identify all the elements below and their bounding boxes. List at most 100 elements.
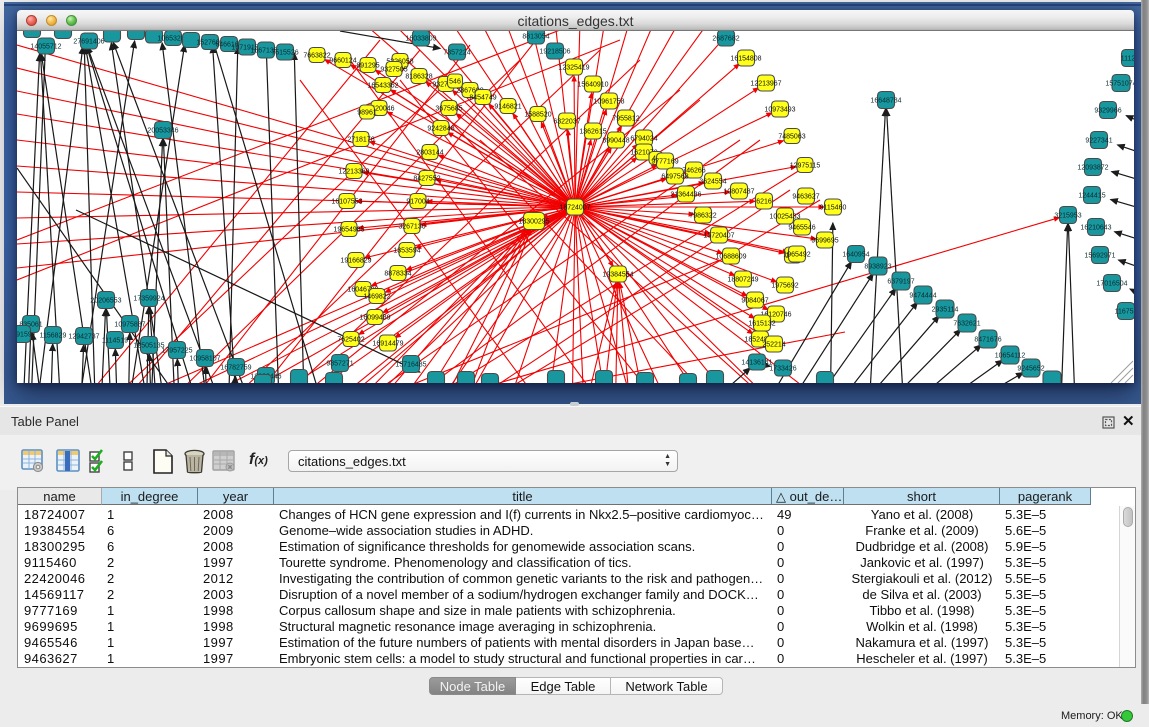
svg-text:98961: 98961 [357, 110, 377, 117]
svg-text:3215953: 3215953 [1054, 213, 1081, 220]
svg-text:10958107: 10958107 [189, 356, 220, 363]
svg-text:12975115: 12975115 [790, 163, 821, 170]
svg-text:11123: 11123 [1121, 56, 1134, 63]
svg-text:7986322: 7986322 [689, 213, 716, 220]
svg-text:7485063: 7485063 [778, 134, 805, 141]
svg-text:9465546: 9465546 [788, 225, 815, 232]
svg-text:20053346: 20053346 [147, 128, 178, 135]
svg-text:9463627: 9463627 [792, 194, 819, 201]
svg-text:16154808: 16154808 [730, 56, 761, 63]
svg-text:6379197: 6379197 [887, 279, 914, 286]
svg-text:9699695: 9699695 [811, 238, 838, 245]
svg-text:9084067: 9084067 [741, 298, 768, 305]
svg-text:16033809: 16033809 [405, 36, 436, 43]
svg-text:1975692: 1975692 [771, 283, 798, 290]
svg-text:19654985: 19654985 [333, 227, 364, 234]
svg-text:20206553: 20206553 [90, 298, 121, 305]
svg-text:12325419: 12325419 [558, 65, 589, 72]
svg-text:18724007: 18724007 [559, 205, 590, 212]
svg-text:16648784: 16648784 [870, 98, 901, 105]
svg-text:1615132: 1615132 [748, 321, 775, 328]
svg-text:18807249: 18807249 [727, 277, 758, 284]
svg-text:2687682: 2687682 [712, 36, 739, 43]
svg-text:15751074: 15751074 [1105, 81, 1134, 88]
svg-text:7955812: 7955812 [612, 116, 639, 123]
svg-text:17016504: 17016504 [1096, 281, 1127, 288]
svg-text:14055712: 14055712 [30, 44, 61, 51]
svg-text:15720407: 15720407 [703, 233, 734, 240]
svg-text:8427552: 8427552 [413, 176, 440, 183]
svg-text:116753: 116753 [1115, 309, 1134, 316]
svg-text:7515526: 7515526 [271, 50, 298, 57]
svg-text:12213967: 12213967 [750, 81, 781, 88]
svg-text:14136141: 14136141 [741, 360, 772, 367]
svg-text:9227341: 9227341 [1085, 138, 1112, 145]
svg-text:12505135: 12505135 [133, 343, 164, 350]
svg-text:1640954: 1640954 [842, 252, 869, 259]
svg-text:6216: 6216 [756, 199, 772, 206]
svg-text:19166829: 19166829 [340, 258, 371, 265]
svg-text:9146821: 9146821 [494, 104, 521, 111]
svg-text:19384554: 19384554 [602, 272, 633, 279]
svg-text:18300295: 18300295 [518, 219, 549, 226]
svg-text:1244415: 1244415 [1078, 193, 1105, 200]
svg-text:8813054: 8813054 [522, 34, 549, 41]
svg-text:17359924: 17359924 [133, 296, 164, 303]
svg-text:3624554: 3624554 [699, 179, 726, 186]
svg-text:9474444: 9474444 [909, 293, 936, 300]
svg-text:6322037: 6322037 [553, 119, 580, 126]
svg-text:8878334: 8878334 [384, 271, 411, 278]
svg-text:10807487: 10807487 [723, 189, 754, 196]
svg-text:917004: 917004 [406, 199, 429, 206]
svg-text:252214: 252214 [762, 342, 785, 349]
svg-text:6794024: 6794024 [630, 136, 657, 143]
svg-text:6497568: 6497568 [661, 174, 688, 181]
svg-text:16210643: 16210643 [1080, 225, 1111, 232]
svg-text:8938923: 8938923 [864, 264, 891, 271]
svg-text:19218506: 19218506 [539, 49, 570, 56]
svg-text:9857271: 9857271 [326, 361, 353, 368]
svg-text:15716485: 15716485 [395, 362, 426, 369]
svg-text:10654112: 10654112 [995, 353, 1026, 360]
svg-text:546: 546 [449, 79, 461, 86]
svg-text:12093872: 12093872 [1077, 165, 1108, 172]
svg-text:8454749: 8454749 [469, 95, 496, 102]
svg-text:12213369: 12213369 [338, 169, 369, 176]
svg-text:10961758: 10961758 [593, 99, 624, 106]
svg-text:3267130: 3267130 [398, 224, 425, 231]
svg-text:9777169: 9777169 [651, 159, 678, 166]
svg-text:12942737: 12942737 [68, 334, 99, 341]
svg-text:7632621: 7632621 [953, 321, 980, 328]
svg-text:21364436: 21364436 [670, 192, 701, 199]
svg-text:8990448: 8990448 [602, 138, 629, 145]
svg-text:16782759: 16782759 [220, 365, 251, 372]
svg-text:1156829: 1156829 [40, 333, 67, 340]
svg-text:16914479: 16914479 [372, 341, 403, 348]
svg-text:3675685: 3675685 [435, 106, 462, 113]
svg-text:16107553: 16107553 [331, 199, 362, 206]
svg-text:1733426: 1733426 [769, 366, 796, 373]
svg-text:7625402: 7625402 [337, 337, 364, 344]
svg-text:1588520: 1588520 [524, 112, 551, 119]
svg-text:7357224: 7357224 [443, 50, 470, 57]
svg-text:15692971: 15692971 [1084, 253, 1115, 260]
svg-text:1362615: 1362615 [579, 129, 606, 136]
svg-text:9327505: 9327505 [380, 67, 407, 74]
svg-text:1114519: 1114519 [102, 338, 128, 345]
svg-text:10975887: 10975887 [114, 322, 145, 329]
svg-text:1965492: 1965492 [783, 252, 810, 259]
svg-text:9329966: 9329966 [1094, 108, 1121, 115]
svg-text:7663822: 7663822 [303, 53, 330, 60]
svg-text:16543362: 16543362 [367, 83, 398, 90]
svg-text:9245652: 9245652 [1017, 366, 1044, 373]
svg-text:2935114: 2935114 [932, 307, 959, 314]
svg-text:9115460: 9115460 [820, 205, 847, 212]
svg-text:39159: 39159 [17, 332, 32, 339]
svg-text:891295: 891295 [356, 63, 379, 70]
svg-text:10688609: 10688609 [715, 254, 746, 261]
svg-text:2718176: 2718176 [347, 137, 374, 144]
svg-text:9242848: 9242848 [427, 126, 454, 133]
svg-text:17957225: 17957225 [161, 348, 192, 355]
svg-text:27691406: 27691406 [73, 39, 104, 46]
svg-text:1353594: 1353594 [393, 248, 420, 255]
